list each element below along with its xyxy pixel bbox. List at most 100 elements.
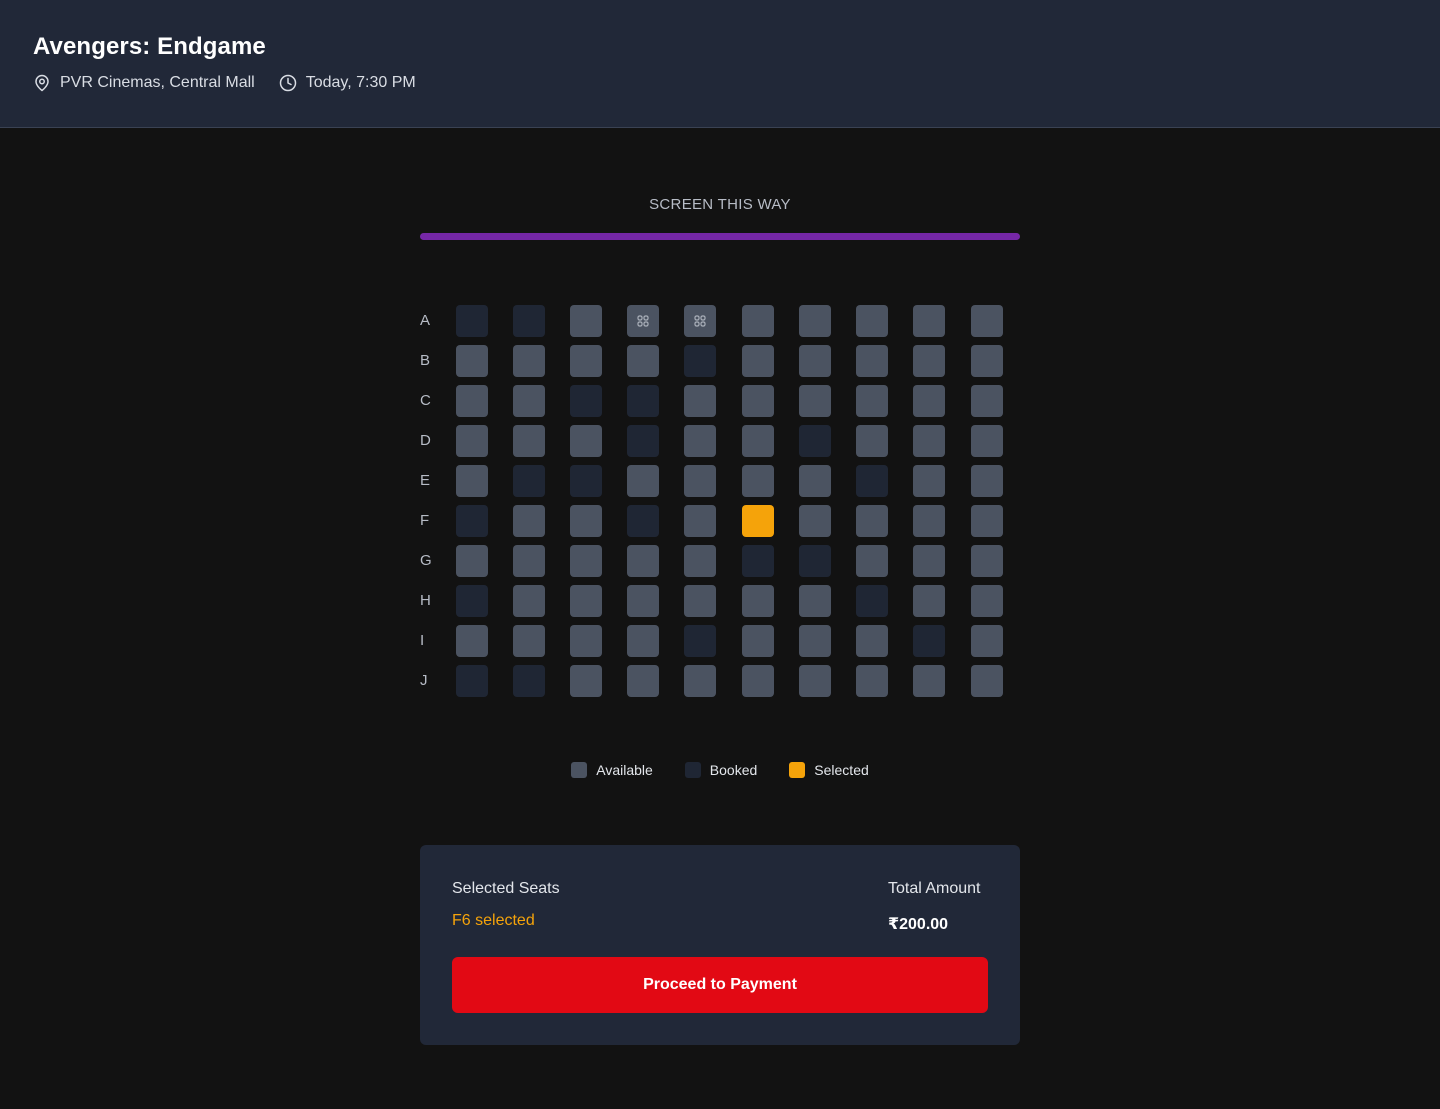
seat-i5 [684, 625, 716, 657]
seat-f3[interactable] [570, 505, 602, 537]
legend-selected: Selected [789, 762, 869, 778]
seat-e9[interactable] [913, 465, 945, 497]
seat-d1[interactable] [456, 425, 488, 457]
seat-e10[interactable] [971, 465, 1003, 497]
seat-e5[interactable] [684, 465, 716, 497]
seat-d10[interactable] [971, 425, 1003, 457]
seat-j10[interactable] [971, 665, 1003, 697]
seat-f6[interactable] [742, 505, 774, 537]
seat-h6[interactable] [742, 585, 774, 617]
seat-i6[interactable] [742, 625, 774, 657]
seat-e3 [570, 465, 602, 497]
seat-j6[interactable] [742, 665, 774, 697]
legend-booked-label: Booked [709, 762, 758, 778]
seat-c7[interactable] [799, 385, 831, 417]
legend-available-label: Available [596, 762, 653, 778]
seat-b6[interactable] [742, 345, 774, 377]
seat-f2[interactable] [513, 505, 545, 537]
seat-c2[interactable] [513, 385, 545, 417]
legend-booked: Booked [684, 762, 758, 778]
seat-c8[interactable] [856, 385, 888, 417]
seat-c9[interactable] [913, 385, 945, 417]
seat-j8[interactable] [856, 665, 888, 697]
seat-g8[interactable] [856, 545, 888, 577]
seat-e4[interactable] [627, 465, 659, 497]
seat-j3[interactable] [570, 665, 602, 697]
seat-h4[interactable] [627, 585, 659, 617]
seat-h3[interactable] [570, 585, 602, 617]
seat-a6[interactable] [742, 305, 774, 337]
seat-i1[interactable] [456, 625, 488, 657]
seat-b4[interactable] [627, 345, 659, 377]
seat-i8[interactable] [856, 625, 888, 657]
seat-f5[interactable] [684, 505, 716, 537]
seat-e6[interactable] [742, 465, 774, 497]
seat-d2[interactable] [513, 425, 545, 457]
seat-b7[interactable] [799, 345, 831, 377]
seat-h10[interactable] [971, 585, 1003, 617]
seat-a9[interactable] [913, 305, 945, 337]
seat-a2 [513, 305, 545, 337]
row-label-e: E [420, 472, 431, 489]
seat-j7[interactable] [799, 665, 831, 697]
map-pin-icon [35, 74, 49, 92]
seat-b1[interactable] [456, 345, 488, 377]
seat-g5[interactable] [684, 545, 716, 577]
seat-g4[interactable] [627, 545, 659, 577]
seat-g2[interactable] [513, 545, 545, 577]
seat-f7[interactable] [799, 505, 831, 537]
total-amount-label: Total Amount [888, 880, 981, 897]
seat-i10[interactable] [971, 625, 1003, 657]
seat-i4[interactable] [627, 625, 659, 657]
seat-g3[interactable] [570, 545, 602, 577]
seat-f9[interactable] [913, 505, 945, 537]
seat-g1[interactable] [456, 545, 488, 577]
seat-i2[interactable] [513, 625, 545, 657]
seat-b10[interactable] [971, 345, 1003, 377]
seat-d6[interactable] [742, 425, 774, 457]
seat-c4 [627, 385, 659, 417]
seat-d3[interactable] [570, 425, 602, 457]
seat-a10[interactable] [971, 305, 1003, 337]
seat-grid-icon [693, 314, 707, 328]
seat-h1 [456, 585, 488, 617]
row-label-d: D [420, 432, 431, 449]
row-label-g: G [420, 552, 432, 569]
seat-h2[interactable] [513, 585, 545, 617]
seat-a4[interactable] [627, 305, 659, 337]
seat-f10[interactable] [971, 505, 1003, 537]
seat-j9[interactable] [913, 665, 945, 697]
legend-available-swatch [571, 762, 588, 778]
seat-j4[interactable] [627, 665, 659, 697]
seat-e2 [513, 465, 545, 497]
seat-h7[interactable] [799, 585, 831, 617]
seat-b2[interactable] [513, 345, 545, 377]
seat-b8[interactable] [856, 345, 888, 377]
seat-c1[interactable] [456, 385, 488, 417]
seat-d5[interactable] [684, 425, 716, 457]
seat-e1[interactable] [456, 465, 488, 497]
seat-b9[interactable] [913, 345, 945, 377]
seat-c5[interactable] [684, 385, 716, 417]
seat-d8[interactable] [856, 425, 888, 457]
seat-f8[interactable] [856, 505, 888, 537]
seat-c6[interactable] [742, 385, 774, 417]
seat-c10[interactable] [971, 385, 1003, 417]
seat-h9[interactable] [913, 585, 945, 617]
seat-a7[interactable] [799, 305, 831, 337]
seat-d9[interactable] [913, 425, 945, 457]
seat-i3[interactable] [570, 625, 602, 657]
seat-h5[interactable] [684, 585, 716, 617]
seat-b3[interactable] [570, 345, 602, 377]
seat-g9[interactable] [913, 545, 945, 577]
seat-a3[interactable] [570, 305, 602, 337]
seat-j5[interactable] [684, 665, 716, 697]
seat-e8 [856, 465, 888, 497]
seat-g10[interactable] [971, 545, 1003, 577]
seat-a5[interactable] [684, 305, 716, 337]
seat-i7[interactable] [799, 625, 831, 657]
seat-e7[interactable] [799, 465, 831, 497]
proceed-to-payment-button[interactable]: Proceed to Payment [452, 957, 988, 1013]
screen-label: SCREEN THIS WAY [649, 196, 791, 213]
seat-a8[interactable] [856, 305, 888, 337]
